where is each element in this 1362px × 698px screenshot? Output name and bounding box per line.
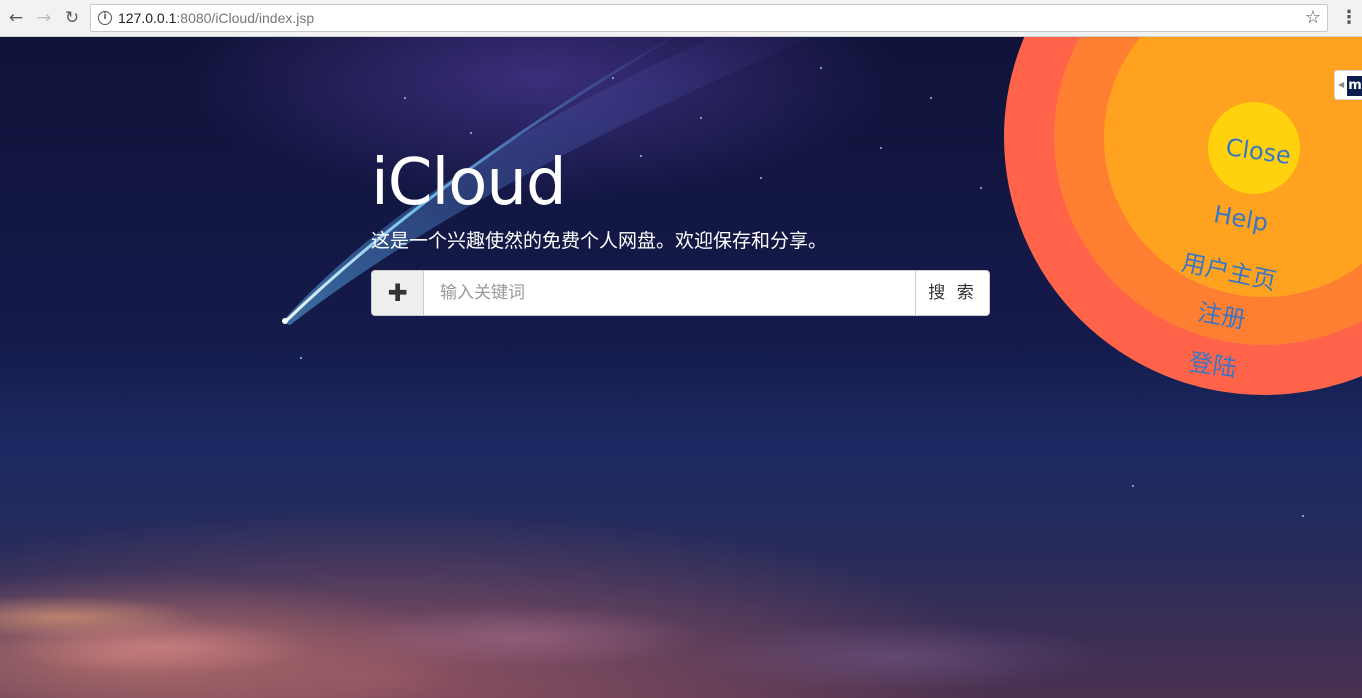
info-icon[interactable]: i <box>98 11 112 25</box>
clouds-decoration <box>0 577 1362 698</box>
back-button[interactable]: ← <box>5 7 27 29</box>
arrow-right-icon: → <box>36 8 52 28</box>
address-bar[interactable]: i 127.0.0.1:8080/iCloud/index.jsp ☆ <box>90 4 1328 32</box>
search-button[interactable]: 搜 索 <box>915 271 989 315</box>
page-subtitle: 这是一个兴趣使然的免费个人网盘。欢迎保存和分享。 <box>371 230 828 252</box>
url-path: :8080/iCloud/index.jsp <box>176 10 315 26</box>
reload-icon: ↻ <box>64 8 80 28</box>
search-input[interactable] <box>424 271 916 315</box>
forward-button[interactable]: → <box>33 7 55 29</box>
extension-logo: m <box>1347 76 1362 96</box>
page-title: iCloud <box>371 146 567 220</box>
arrow-left-icon: ← <box>8 8 24 28</box>
url-host: 127.0.0.1 <box>118 10 177 26</box>
page-background: iCloud 这是一个兴趣使然的免费个人网盘。欢迎保存和分享。 ✚ 搜 索 Cl… <box>0 37 1362 698</box>
circle-menu: Close Help 用户主页 注册 登陆 <box>1004 37 1362 397</box>
add-button[interactable]: ✚ <box>372 271 424 315</box>
browser-toolbar: ← → ↻ i 127.0.0.1:8080/iCloud/index.jsp … <box>0 0 1362 37</box>
star-icon[interactable]: ☆ <box>1305 8 1321 28</box>
search-bar: ✚ 搜 索 <box>371 270 990 316</box>
reload-button[interactable]: ↻ <box>61 7 83 29</box>
caret-left-icon: ◀ <box>1338 80 1345 89</box>
menu-login[interactable]: 登陆 <box>1187 347 1239 383</box>
kebab-menu-icon[interactable]: ⋮ <box>1340 6 1358 30</box>
extension-tab[interactable]: ◀ m <box>1334 70 1362 100</box>
url-text[interactable]: 127.0.0.1:8080/iCloud/index.jsp <box>118 9 314 27</box>
plus-icon: ✚ <box>387 279 408 307</box>
